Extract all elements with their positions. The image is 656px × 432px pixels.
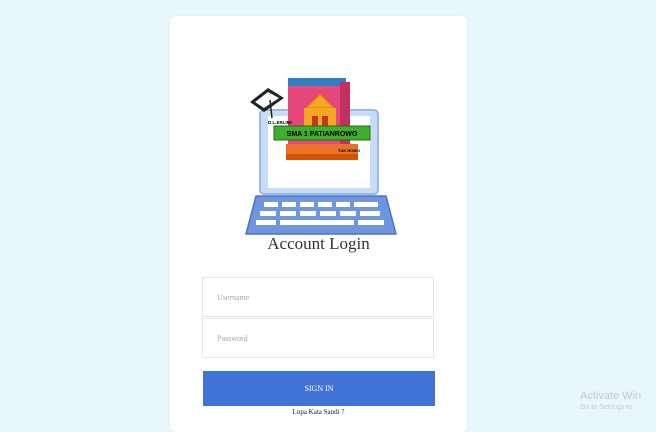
- page-title: Account Login: [267, 234, 370, 253]
- watermark-line2: Go to Settings to: [580, 404, 633, 411]
- sign-in-button[interactable]: SIGN IN: [203, 371, 435, 406]
- logo-bottom-text: TUK ROWO: [338, 148, 360, 153]
- logo-banner-text: SMA 1 PATIANROWO: [287, 131, 358, 138]
- username-input[interactable]: [203, 278, 433, 316]
- password-field[interactable]: [202, 318, 434, 358]
- forgot-password-link[interactable]: Lupa Kata Sandi ?: [170, 408, 467, 416]
- school-logo: SMA 1 PATIANROWO D.L.ERLIMI TUK ROWO: [245, 78, 397, 235]
- logo-top-text: D.L.ERLIMI: [268, 120, 292, 125]
- login-card: SMA 1 PATIANROWO D.L.ERLIMI TUK ROWO Acc…: [170, 16, 467, 432]
- username-field[interactable]: [202, 277, 434, 317]
- password-input[interactable]: [203, 319, 433, 357]
- watermark-line1: Activate Win: [580, 390, 642, 402]
- activate-windows-watermark: Activate Win Go to Settings to: [580, 390, 641, 411]
